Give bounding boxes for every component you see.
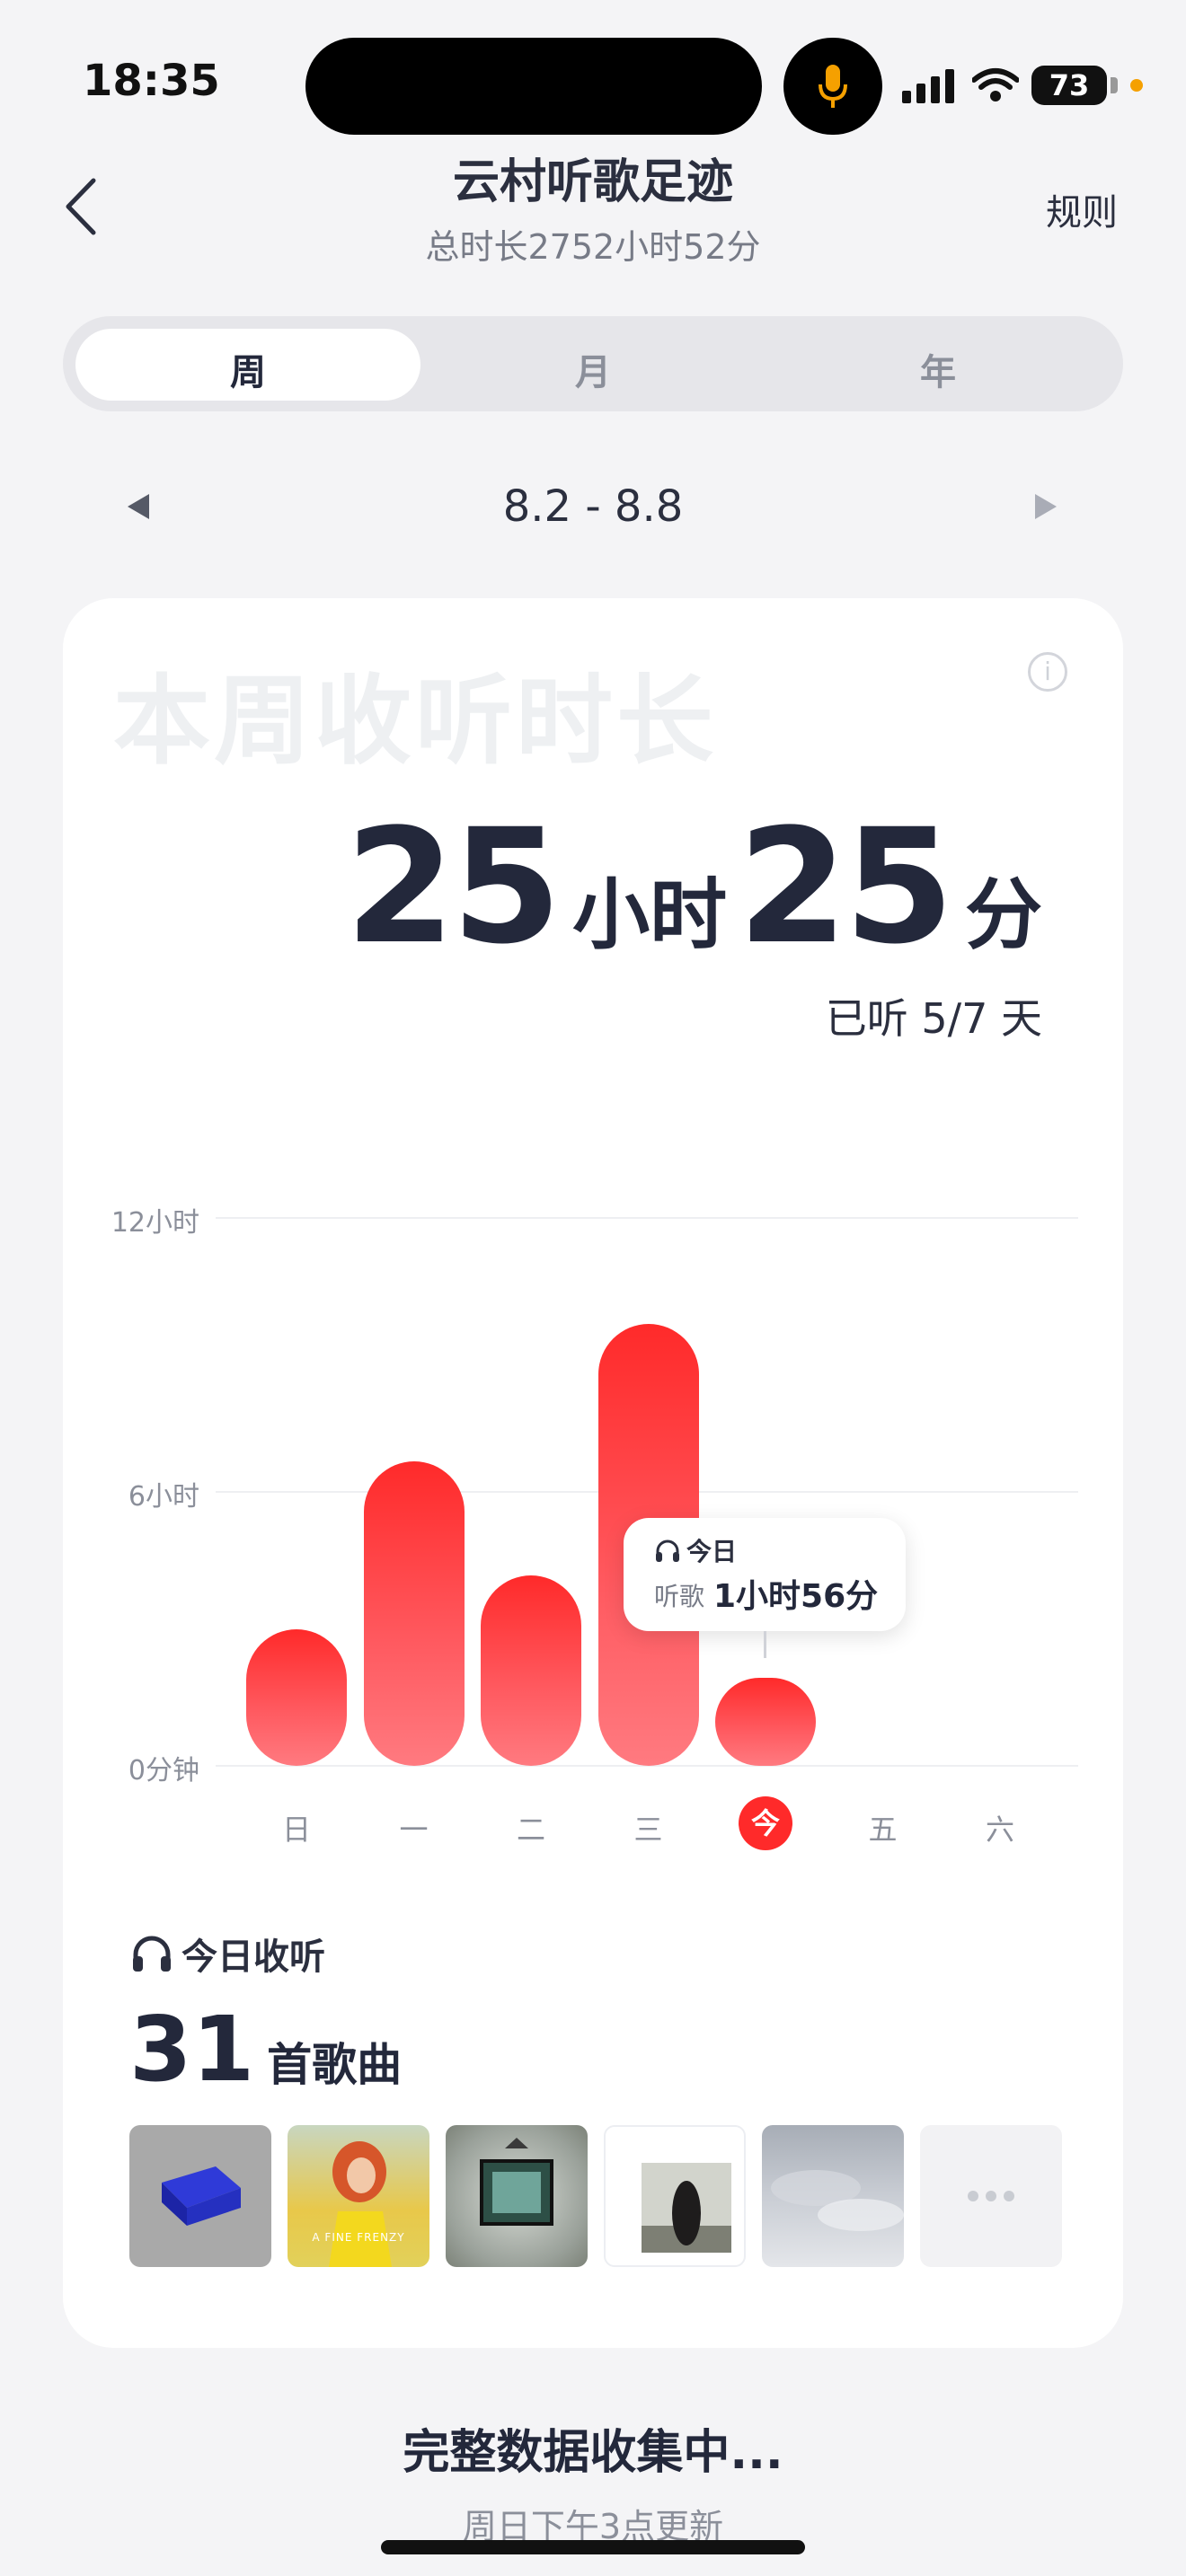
album-cover[interactable] [604, 2125, 746, 2267]
privacy-dot [1130, 79, 1143, 92]
song-count-number: 31 [129, 1997, 255, 2102]
a-fine-frenzy-cover [329, 2141, 392, 2267]
album-cover[interactable] [129, 2125, 271, 2267]
x-axis-label[interactable]: 日 [261, 1807, 332, 1848]
album-cover[interactable] [446, 2125, 588, 2267]
album-cover[interactable] [762, 2125, 904, 2267]
battery-indicator: 73 [1031, 66, 1107, 105]
total-duration: 总时长2752小时52分 [425, 227, 761, 267]
wifi-icon [972, 68, 1019, 101]
album-thumbnails: A FINE FRENZY [129, 2125, 1062, 2267]
info-icon[interactable]: i [1028, 652, 1067, 692]
rules-link[interactable]: 规则 [1046, 183, 1118, 235]
x-axis-label[interactable]: 二 [495, 1807, 567, 1848]
tooltip-value: 1小时56分 [713, 1578, 879, 1615]
tooltip-pointer [764, 1631, 766, 1658]
listened-days: 已听 5/7 天 [825, 994, 1042, 1043]
x-axis-label[interactable]: 六 [964, 1807, 1036, 1848]
footer-title: 完整数据收集中... [403, 2426, 783, 2480]
more-icon [968, 2191, 1014, 2201]
dynamic-island [305, 38, 762, 135]
today-song-count: 31 首歌曲 [129, 2005, 402, 2095]
framed-artwork-cover [480, 2138, 553, 2226]
x-axis-label-today[interactable]: 今 [739, 1796, 792, 1850]
y-axis-label: 0分钟 [128, 1755, 199, 1786]
tooltip-header: 今日 [654, 1532, 737, 1568]
week-range: 8.2 - 8.8 [502, 481, 684, 532]
x-axis-label[interactable]: 五 [847, 1807, 919, 1848]
card-watermark: 本周收听时长 [113, 666, 718, 778]
more-albums-button[interactable] [920, 2125, 1062, 2267]
total-hours: 25 [345, 795, 562, 979]
cellular-signal-icon [902, 69, 954, 103]
status-time: 18:35 [83, 56, 220, 106]
tab-month[interactable]: 月 [503, 343, 683, 395]
headphones-icon [656, 1539, 679, 1562]
total-minutes: 25 [738, 795, 954, 979]
hours-unit: 小时 [572, 870, 728, 960]
tab-year[interactable]: 年 [848, 343, 1028, 395]
woman-in-field-cover [642, 2163, 731, 2253]
chart-gridline [216, 1217, 1078, 1219]
tooltip-title: 今日 [686, 1537, 738, 1566]
weekly-total-time: 25 小时 25 分 [345, 808, 1042, 966]
x-axis-label[interactable]: 一 [378, 1807, 450, 1848]
chart-bar[interactable] [363, 1460, 465, 1766]
album-cover[interactable]: A FINE FRENZY [288, 2125, 429, 2267]
album-cover-text: A FINE FRENZY [312, 2231, 405, 2244]
microphone-icon [819, 65, 847, 108]
battery-cap [1111, 77, 1118, 93]
minutes-unit: 分 [965, 870, 1042, 960]
today-listen-title: 今日收听 [181, 1936, 325, 1978]
status-indicators: 73 [902, 63, 1143, 108]
today-listen-header: 今日收听 [131, 1928, 325, 1980]
home-indicator [381, 2540, 805, 2554]
cloudy-sky-cover [771, 2170, 904, 2231]
page-title: 云村听歌足迹 [452, 155, 733, 209]
tab-week[interactable]: 周 [158, 343, 338, 395]
tooltip-label: 听歌 [654, 1582, 705, 1611]
headphones-icon [133, 1936, 171, 1972]
next-week-arrow-icon[interactable] [1035, 494, 1057, 519]
chart-bar[interactable] [715, 1677, 816, 1766]
chart-bar[interactable] [246, 1628, 347, 1766]
microphone-indicator [783, 38, 882, 135]
song-count-unit: 首歌曲 [267, 2039, 403, 2091]
y-axis-label: 12小时 [111, 1207, 199, 1239]
x-axis-label[interactable]: 三 [613, 1807, 685, 1848]
blue-blocks-cover [162, 2166, 241, 2226]
y-axis-label: 6小时 [128, 1481, 199, 1513]
chart-bar[interactable] [481, 1575, 581, 1766]
